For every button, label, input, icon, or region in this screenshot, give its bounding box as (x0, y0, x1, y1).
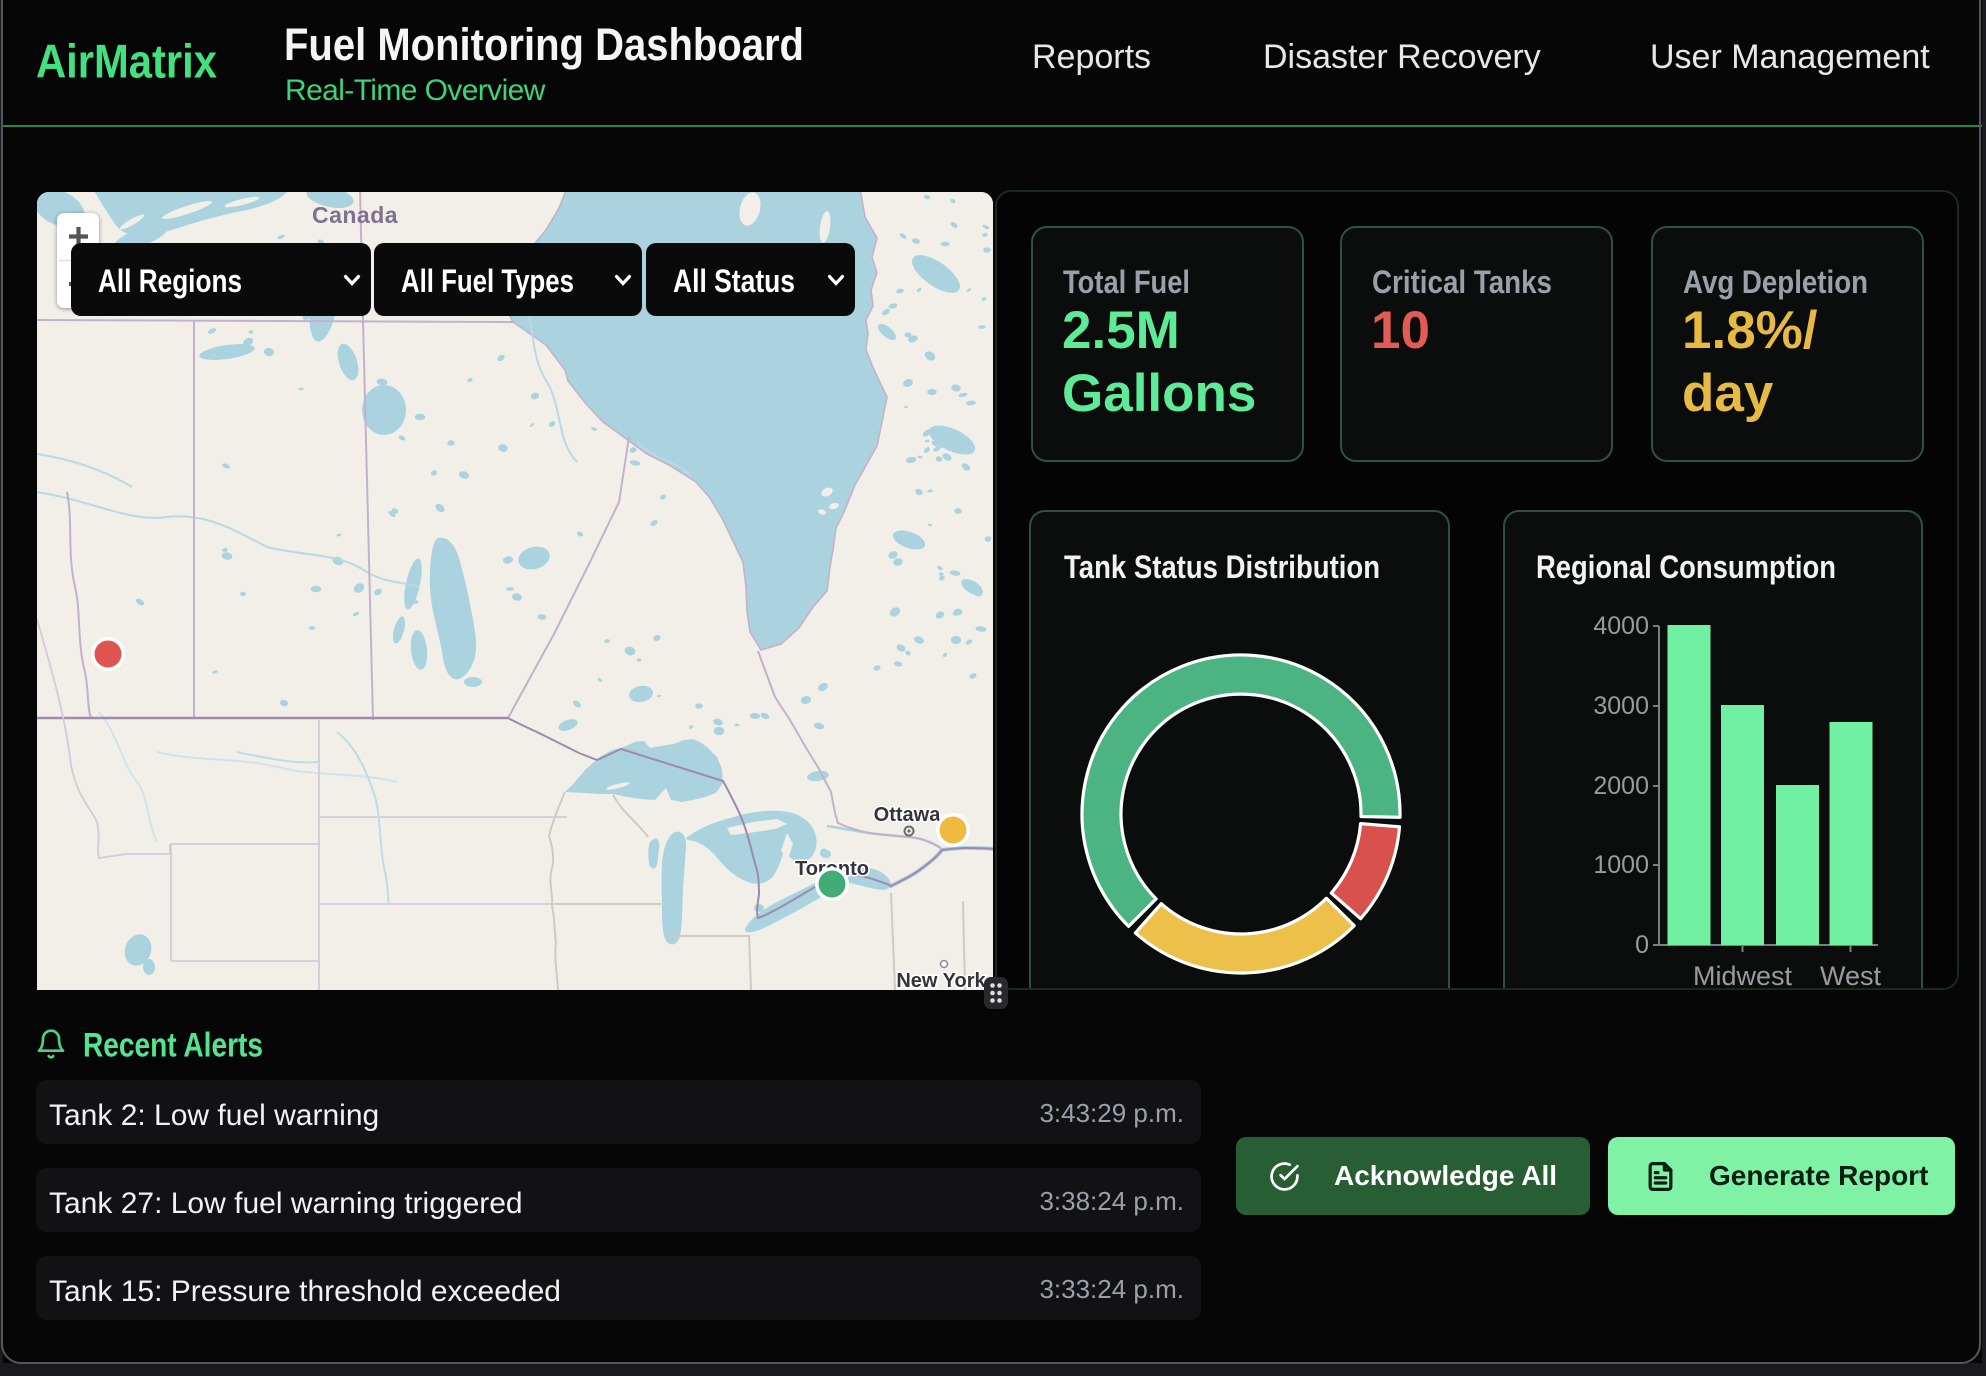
svg-text:3000: 3000 (1593, 692, 1649, 720)
svg-text:All Regions: All Regions (98, 263, 242, 299)
svg-text:Midwest: Midwest (1693, 961, 1793, 990)
svg-text:Canada: Canada (312, 202, 398, 228)
svg-text:1000: 1000 (1593, 851, 1649, 879)
svg-text:Avg Depletion: Avg Depletion (1683, 265, 1868, 300)
svg-text:Total Fuel: Total Fuel (1063, 265, 1190, 300)
svg-text:All Fuel Types: All Fuel Types (401, 263, 574, 299)
svg-text:Fuel Monitoring Dashboard: Fuel Monitoring Dashboard (284, 19, 804, 70)
svg-text:Ottawa: Ottawa (874, 804, 942, 826)
svg-text:New York: New York (896, 970, 986, 990)
svg-text:Critical Tanks: Critical Tanks (1372, 265, 1552, 300)
svg-text:West: West (1820, 961, 1882, 990)
svg-text:2000: 2000 (1593, 772, 1649, 800)
svg-text:4000: 4000 (1593, 612, 1649, 640)
svg-text:Recent Alerts: Recent Alerts (83, 1028, 263, 1065)
svg-text:0: 0 (1635, 931, 1649, 959)
svg-text:AirMatrix: AirMatrix (36, 35, 217, 88)
svg-text:All Status: All Status (673, 263, 795, 299)
